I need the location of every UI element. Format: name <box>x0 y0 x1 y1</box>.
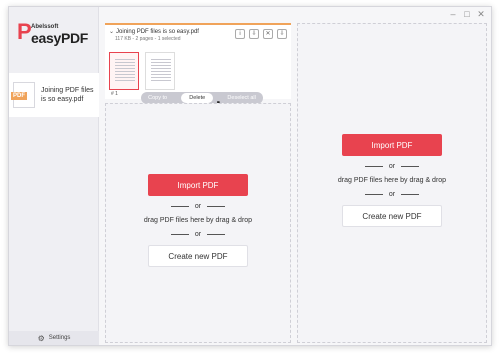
document-title[interactable]: ⌄ Joining PDF files is so easy.pdf <box>109 28 199 35</box>
close-icon[interactable]: ✕ <box>477 9 485 19</box>
create-new-pdf-button[interactable]: Create new PDF <box>342 205 442 227</box>
page-thumb-1[interactable]: # 1 <box>109 52 139 97</box>
document-label-line1: Joining PDF files <box>41 87 94 94</box>
logo-product: easyPDF <box>31 30 89 46</box>
document-label-line2: is so easy.pdf <box>41 96 84 103</box>
document-panel: ⌄ Joining PDF files is so easy.pdf 117 KB… <box>105 23 291 104</box>
save-icon[interactable]: ⇩ <box>277 29 287 39</box>
create-new-pdf-button[interactable]: Create new PDF <box>148 245 248 267</box>
settings-label: Settings <box>48 335 71 341</box>
drag-drop-hint: drag PDF files here by drag & drop <box>337 177 447 184</box>
app-window: – □ ✕ P Abelssoft easyPDF PDF Joining PD… <box>8 6 492 346</box>
or-text: or <box>388 191 396 198</box>
document-meta: 117 KB - 2 pages - 1 selected <box>115 36 181 42</box>
or-separator: or <box>170 231 226 238</box>
or-separator: or <box>170 203 226 210</box>
or-separator: or <box>364 191 420 198</box>
page-preview <box>115 59 135 83</box>
document-label: Joining PDF files is so easy.pdf <box>41 86 94 104</box>
page-preview <box>151 59 171 83</box>
sidebar-document-item[interactable]: PDF Joining PDF files is so easy.pdf <box>9 73 99 117</box>
page-number: # 1 <box>111 91 118 97</box>
remove-icon[interactable]: ✕ <box>263 29 273 39</box>
document-title-text: Joining PDF files is so easy.pdf <box>116 29 199 35</box>
or-text: or <box>194 231 202 238</box>
gear-icon: ⚙ <box>37 333 45 343</box>
drop-zone-left-content: Import PDF or drag PDF files here by dra… <box>106 174 290 267</box>
document-toolbar: i ⇩ ✕ ⇩ <box>235 29 287 39</box>
or-text: or <box>194 203 202 210</box>
pdf-file-icon: PDF <box>11 82 35 108</box>
document-header: ⌄ Joining PDF files is so easy.pdf 117 KB… <box>109 28 199 42</box>
or-separator: or <box>364 163 420 170</box>
pdf-badge-label: PDF <box>11 92 27 100</box>
copy-to-button[interactable]: Copy to <box>148 95 167 101</box>
download-icon[interactable]: ⇩ <box>249 29 259 39</box>
logo-mark: P <box>17 19 32 44</box>
page-thumbnails: # 1 <box>109 52 175 97</box>
sidebar: P Abelssoft easyPDF PDF Joining PDF file… <box>9 7 99 345</box>
drop-zone-right[interactable]: Import PDF or drag PDF files here by dra… <box>297 23 487 343</box>
drop-zone-left[interactable]: Import PDF or drag PDF files here by dra… <box>105 103 291 343</box>
minimize-icon[interactable]: – <box>449 9 457 19</box>
window-controls: – □ ✕ <box>449 9 485 19</box>
import-pdf-button[interactable]: Import PDF <box>148 174 248 196</box>
drag-drop-hint: drag PDF files here by drag & drop <box>143 217 253 224</box>
deselect-all-button[interactable]: Deselect all <box>227 95 255 101</box>
info-icon[interactable]: i <box>235 29 245 39</box>
or-text: or <box>388 163 396 170</box>
page-thumb-2[interactable] <box>145 52 175 90</box>
app-logo: P Abelssoft easyPDF <box>17 21 97 47</box>
drop-zone-right-content: Import PDF or drag PDF files here by dra… <box>298 134 486 227</box>
chevron-down-icon[interactable]: ⌄ <box>109 29 114 35</box>
maximize-icon[interactable]: □ <box>463 9 471 19</box>
delete-button[interactable]: Delete <box>181 93 214 103</box>
settings-button[interactable]: ⚙ Settings <box>9 331 99 345</box>
import-pdf-button[interactable]: Import PDF <box>342 134 442 156</box>
